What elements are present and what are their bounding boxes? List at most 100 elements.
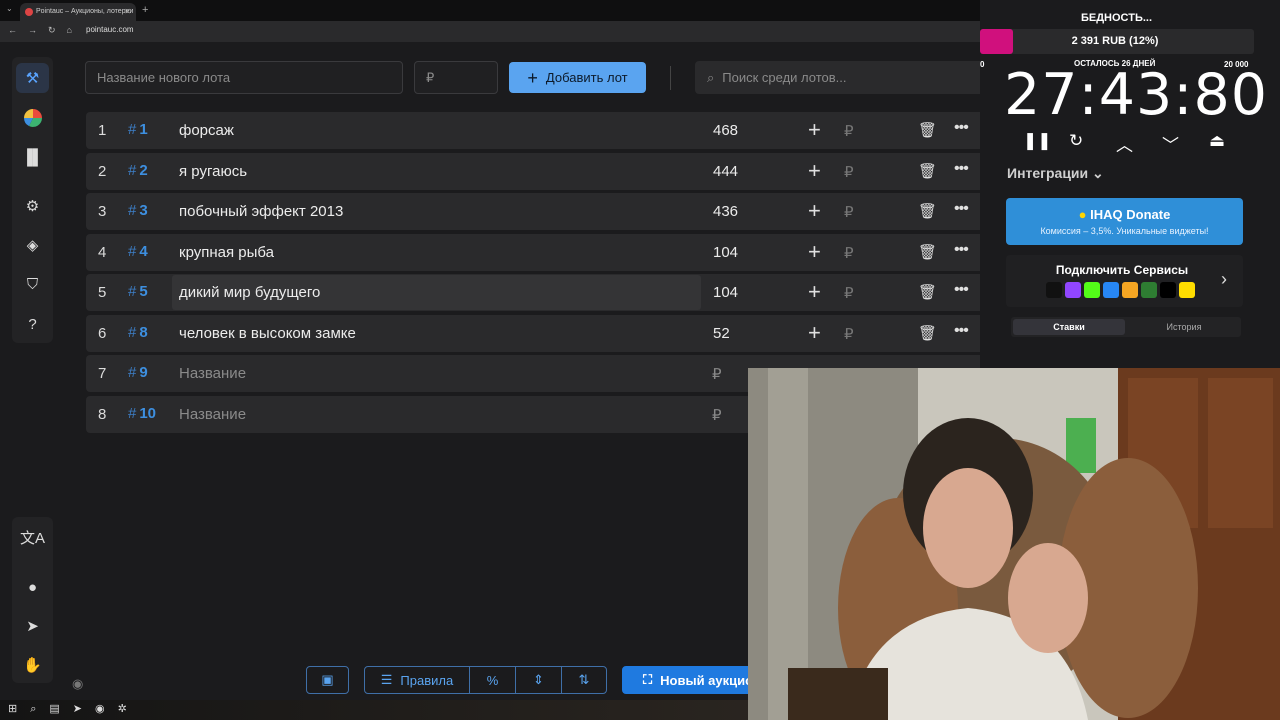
lot-name[interactable]: крупная рыба xyxy=(179,244,274,261)
wheel-chart-icon[interactable] xyxy=(12,103,53,133)
eject-icon[interactable]: ⏏ xyxy=(1209,131,1225,151)
connect-services-button[interactable]: Подключить Сервисы › xyxy=(1006,255,1243,307)
shield-icon[interactable]: ⛉ xyxy=(12,269,53,299)
more-options-icon[interactable]: ••• xyxy=(954,119,969,137)
donate-hand-icon[interactable]: ✋ xyxy=(12,650,53,680)
rules-button[interactable]: ☰ Правила xyxy=(364,666,470,694)
translate-icon[interactable]: 文A xyxy=(12,522,53,552)
browser-tab[interactable]: Pointauc – Аукционы, лотереи ✕ xyxy=(20,3,136,21)
more-options-icon[interactable]: ••• xyxy=(954,322,969,340)
lot-row[interactable]: 2 #2 я ругаюсь 444 + ₽ 🗑 ••• xyxy=(86,153,984,190)
help-icon[interactable]: ? xyxy=(12,309,53,339)
more-options-icon[interactable]: ••• xyxy=(954,160,969,178)
lot-id: #10 xyxy=(128,405,156,422)
close-tab-icon[interactable]: ✕ xyxy=(124,7,131,16)
more-options-icon[interactable]: ••• xyxy=(954,200,969,218)
lot-row[interactable]: 1 #1 форсаж 468 + ₽ 🗑 ••• xyxy=(86,112,984,149)
pause-icon[interactable]: ❚❚ xyxy=(1023,131,1052,151)
twitch-icon xyxy=(1065,282,1081,298)
decrease-time-icon[interactable]: ﹀ xyxy=(1162,131,1179,156)
lot-id: #4 xyxy=(128,243,148,260)
divider xyxy=(670,66,671,90)
sidebar-main: ⚒ ▐▌ ⚙ ◈ ⛉ ? xyxy=(12,57,53,343)
github-icon[interactable]: ● xyxy=(12,572,53,602)
currency-symbol[interactable]: ₽ xyxy=(712,406,722,424)
settings-gear-icon[interactable]: ⚙ xyxy=(12,191,53,221)
lot-name[interactable]: Название xyxy=(179,406,246,423)
add-amount-icon[interactable]: + xyxy=(808,198,821,224)
add-amount-icon[interactable]: + xyxy=(808,279,821,305)
more-options-icon[interactable]: ••• xyxy=(954,281,969,299)
layers-icon[interactable]: ◈ xyxy=(12,230,53,260)
currency-symbol[interactable]: ₽ xyxy=(844,163,854,181)
split-button[interactable]: ⇕ xyxy=(515,666,562,694)
reset-icon[interactable]: ↻ xyxy=(1069,131,1083,151)
save-icon: ▣ xyxy=(321,672,334,687)
services-title: Подключить Сервисы xyxy=(1055,263,1189,277)
webcam-feed xyxy=(748,368,1280,720)
lot-id-value: 3 xyxy=(139,202,148,219)
lot-id: #1 xyxy=(128,121,148,138)
ukraine-heart-icon: ● xyxy=(1078,207,1087,222)
sort-icon: ⇅ xyxy=(578,672,590,687)
currency-symbol[interactable]: ₽ xyxy=(712,365,722,383)
lot-row[interactable]: 6 #8 человек в высоком замке 52 + ₽ 🗑 ••• xyxy=(86,315,984,352)
lot-name[interactable]: форсаж xyxy=(179,122,234,139)
new-tab-icon[interactable]: + xyxy=(142,4,148,16)
delete-icon[interactable]: 🗑 xyxy=(918,162,937,180)
search-placeholder: Поиск среди лотов... xyxy=(722,70,847,85)
save-button[interactable]: ▣ xyxy=(306,666,349,694)
add-amount-icon[interactable]: + xyxy=(808,320,821,346)
telegram-icon[interactable]: ➤ xyxy=(12,611,53,641)
stats-bar-chart-icon[interactable]: ▐▌ xyxy=(12,142,53,172)
lot-name[interactable]: дикий мир будущего xyxy=(179,284,320,301)
delete-icon[interactable]: 🗑 xyxy=(918,324,937,342)
lot-name[interactable]: Название xyxy=(179,365,246,382)
increase-time-icon[interactable]: ︿ xyxy=(1116,131,1133,156)
stream-overlay xyxy=(980,0,1280,368)
search-input[interactable]: ⌕ Поиск среди лотов... xyxy=(695,61,985,94)
sort-button[interactable]: ⇅ xyxy=(561,666,607,694)
lot-id: #2 xyxy=(128,162,148,179)
delete-icon[interactable]: 🗑 xyxy=(918,283,937,301)
lot-name[interactable]: побочный эффект 2013 xyxy=(179,203,343,220)
percent-icon: % xyxy=(486,672,499,688)
tab-search-icon[interactable]: ⌄ xyxy=(6,4,13,13)
tab-history[interactable]: История xyxy=(1128,319,1240,335)
add-amount-icon[interactable]: + xyxy=(808,117,821,143)
lot-position: 8 xyxy=(98,406,107,423)
webcam-image xyxy=(748,368,1280,720)
tab-bids[interactable]: Ставки xyxy=(1013,319,1125,335)
nav-buttons[interactable]: ←→↻⌂ xyxy=(8,25,83,36)
taskbar-icons[interactable]: ⊞⌕▤➤◉✲ xyxy=(8,702,140,716)
integrations-dropdown[interactable]: Интеграции ⌄ xyxy=(1007,165,1104,182)
url-field[interactable]: pointauc.com xyxy=(86,25,134,34)
add-lot-button[interactable]: + Добавить лот xyxy=(509,62,646,93)
more-options-icon[interactable]: ••• xyxy=(954,241,969,259)
vk-icon xyxy=(1103,282,1119,298)
lot-row[interactable]: 5 #5 дикий мир будущего 104 + ₽ 🗑 ••• xyxy=(86,274,984,311)
currency-symbol[interactable]: ₽ xyxy=(844,244,854,262)
percent-button[interactable]: % xyxy=(469,666,516,694)
auction-hammer-icon[interactable]: ⚒ xyxy=(16,63,49,93)
lot-name-input[interactable]: Название нового лота xyxy=(85,61,403,94)
delete-icon[interactable]: 🗑 xyxy=(918,121,937,139)
currency-symbol[interactable]: ₽ xyxy=(844,284,854,302)
delete-icon[interactable]: 🗑 xyxy=(918,202,937,220)
currency-symbol[interactable]: ₽ xyxy=(844,203,854,221)
lot-name-placeholder: Название нового лота xyxy=(97,70,231,85)
add-amount-icon[interactable]: + xyxy=(808,158,821,184)
lot-row[interactable]: 4 #4 крупная рыба 104 + ₽ 🗑 ••• xyxy=(86,234,984,271)
delete-icon[interactable]: 🗑 xyxy=(918,243,937,261)
lot-row[interactable]: 3 #3 побочный эффект 2013 436 + ₽ 🗑 ••• xyxy=(86,193,984,230)
currency-symbol[interactable]: ₽ xyxy=(844,325,854,343)
eye-icon[interactable]: ◉ xyxy=(72,676,83,692)
ihaq-donate-button[interactable]: ● IHAQ Donate Комиссия – 3,5%. Уникальны… xyxy=(1006,198,1243,245)
add-amount-icon[interactable]: + xyxy=(808,239,821,265)
lot-name[interactable]: человек в высоком замке xyxy=(179,325,356,342)
lot-name[interactable]: я ругаюсь xyxy=(179,163,247,180)
lot-position: 6 xyxy=(98,325,107,342)
lot-position: 2 xyxy=(98,163,107,180)
currency-symbol[interactable]: ₽ xyxy=(844,122,854,140)
lot-price-input[interactable]: ₽ xyxy=(414,61,498,94)
